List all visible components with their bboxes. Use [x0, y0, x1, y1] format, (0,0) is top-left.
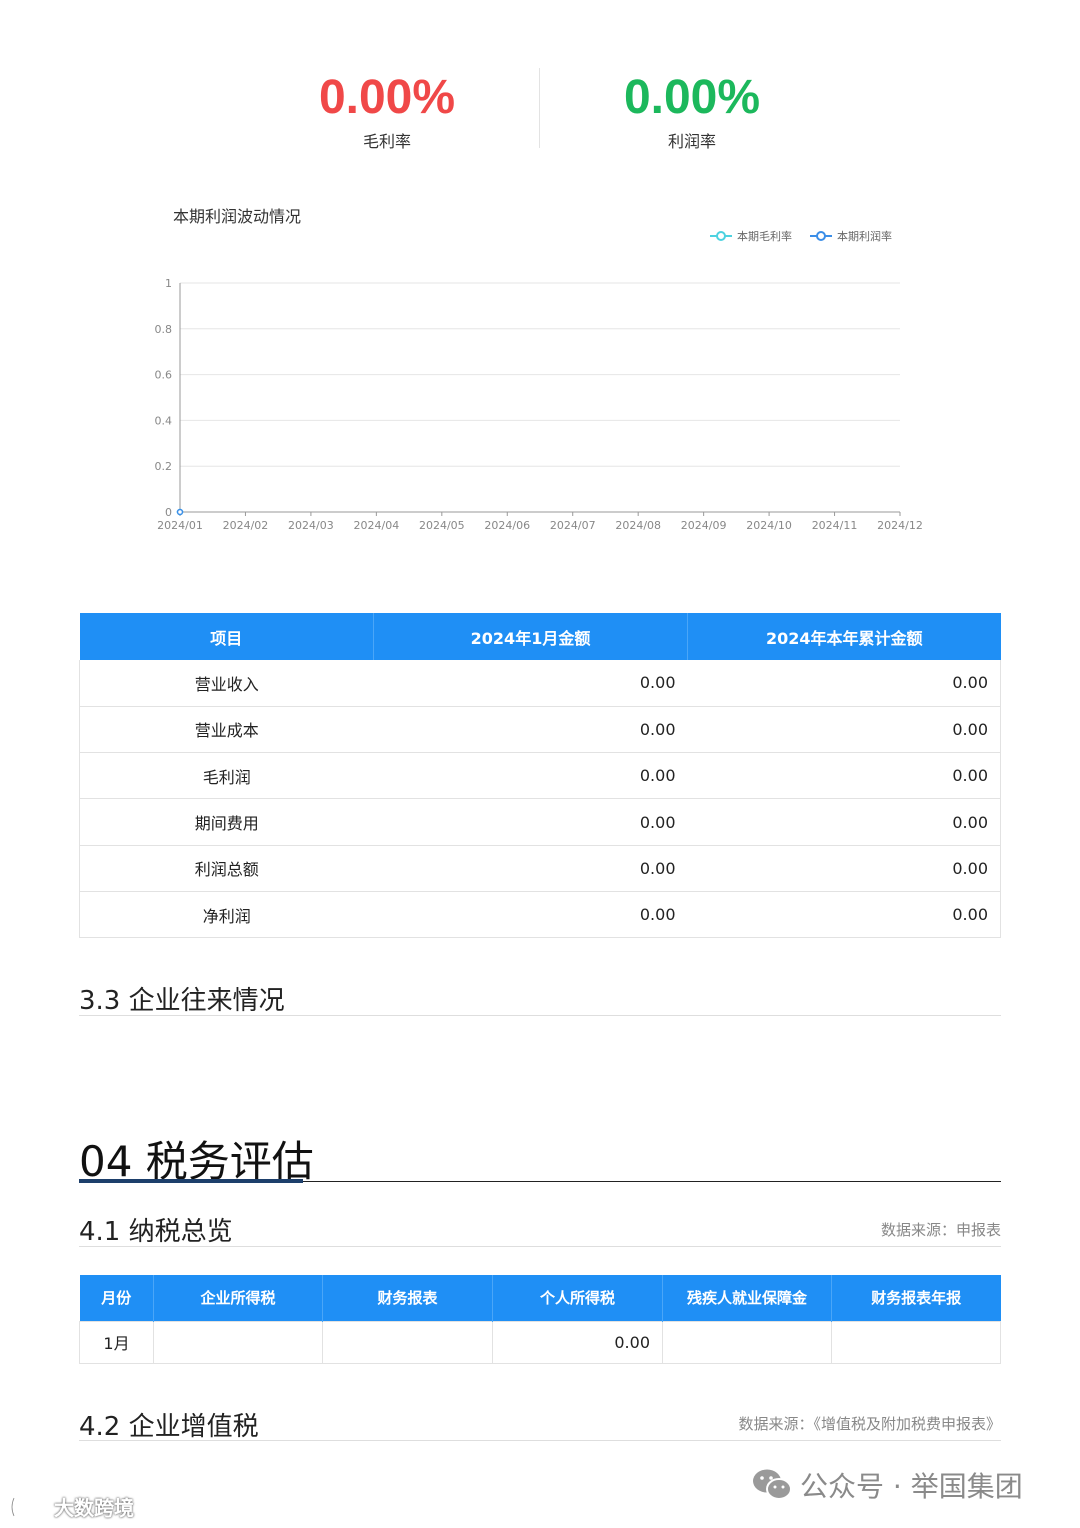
y-tick-label: 0.2 [155, 460, 173, 473]
section-rule [79, 1440, 1001, 1441]
header-disability-fund: 残疾人就业保障金 [662, 1275, 832, 1321]
x-tick-label: 2024/11 [812, 519, 858, 532]
cell-ytd: 0.00 [687, 845, 1001, 892]
wechat-icon [753, 1469, 792, 1500]
kpi-label: 毛利率 [362, 132, 411, 151]
watermark-text: 大数跨境 [54, 1496, 134, 1520]
cell-month: 0.00 [373, 891, 688, 939]
cell-month: 0.00 [373, 706, 688, 754]
profit-table: 项目 2024年1月金额 2024年本年累计金额 营业收入 0.00 0.00 … [79, 613, 1001, 939]
profit-line-chart: 0 0.2 0.4 0.6 0.8 1 2024/01 2024/02 2024/03 2024/… [155, 229, 923, 532]
cell-ytd: 0.00 [687, 752, 1001, 800]
header-corporate-income-tax: 企业所得税 [153, 1275, 323, 1321]
cell-annual-report [831, 1320, 1001, 1364]
table-row: 期间费用 0.00 0.00 [79, 798, 1001, 846]
x-tick-label: 2024/06 [484, 519, 530, 532]
x-tick-label: 2024/10 [746, 519, 792, 532]
x-tick-label: 2024/12 [877, 519, 923, 532]
brand-logo-icon [10, 1496, 46, 1517]
y-tick-label: 1 [165, 277, 172, 290]
legend-marker [716, 231, 726, 241]
header-ytd-amount: 2024年本年累计金额 [687, 613, 1001, 660]
data-source-note: 数据来源：《增值税及附加税费申报表》 [738, 1415, 1001, 1433]
cell-ytd: 0.00 [687, 660, 1001, 707]
cell-corporate-income-tax [153, 1320, 323, 1364]
table-row: 营业成本 0.00 0.00 [79, 706, 1001, 754]
cell-financial-statement [322, 1320, 493, 1364]
legend-marker [816, 231, 826, 241]
legend-label: 本期毛利率 [737, 229, 792, 243]
tax-overview-table: 月份 企业所得税 财务报表 个人所得税 残疾人就业保障金 财务报表年报 1月 0… [79, 1275, 1001, 1364]
table-header-row: 月份 企业所得税 财务报表 个人所得税 残疾人就业保障金 财务报表年报 [79, 1275, 1001, 1321]
cell-disability-fund [662, 1320, 832, 1364]
header-annual-report: 财务报表年报 [831, 1275, 1001, 1321]
kpi-value: 0.00% [623, 71, 761, 124]
header-month: 月份 [79, 1275, 154, 1321]
x-tick-label: 2024/04 [354, 519, 400, 532]
cell-item: 营业收入 [79, 660, 374, 707]
table-row: 营业收入 0.00 0.00 [79, 660, 1001, 707]
table-row: 1月 0.00 [79, 1320, 1001, 1364]
table-row: 净利润 0.00 0.00 [79, 891, 1001, 939]
watermark-text: 公众号 · 举国集团 [800, 1470, 1023, 1503]
table-row: 毛利润 0.00 0.00 [79, 752, 1001, 800]
cell-item: 期间费用 [79, 798, 374, 846]
cell-month: 0.00 [373, 845, 688, 892]
data-point [176, 508, 184, 516]
kpi-profit-margin: 0.00% 利润率 [542, 70, 842, 152]
table-row: 利润总额 0.00 0.00 [79, 845, 1001, 892]
x-tick-label: 2024/07 [550, 519, 596, 532]
kpi-divider [539, 68, 540, 148]
cell-ytd: 0.00 [687, 706, 1001, 754]
section-heading-4-2: 4.2 企业增值税 [79, 1412, 259, 1442]
wechat-watermark: 公众号 · 举国集团 [752, 1465, 1023, 1505]
cell-item: 营业成本 [79, 706, 374, 754]
legend-label: 本期利润率 [837, 229, 892, 243]
brand-watermark: 大数跨境 [8, 1492, 134, 1521]
header-personal-income-tax: 个人所得税 [492, 1275, 663, 1321]
table-header-row: 项目 2024年1月金额 2024年本年累计金额 [79, 613, 1001, 660]
header-item: 项目 [79, 613, 374, 660]
x-tick-label: 2024/01 [157, 519, 203, 532]
y-tick-label: 0.6 [155, 369, 173, 382]
cell-month: 0.00 [373, 798, 688, 846]
section-rule [79, 1015, 1001, 1016]
x-tick-label: 2024/02 [223, 519, 269, 532]
header-financial-statement: 财务报表 [322, 1275, 493, 1321]
kpi-label: 利润率 [667, 132, 716, 151]
y-tick-label: 0.4 [155, 414, 173, 427]
cell-month: 0.00 [373, 752, 688, 800]
cell-month: 0.00 [373, 660, 688, 707]
x-tick-label: 2024/05 [419, 519, 465, 532]
section-rule [79, 1246, 1001, 1247]
kpi-value: 0.00% [318, 71, 456, 124]
header-month-amount: 2024年1月金额 [373, 613, 688, 660]
cell-item: 净利润 [79, 891, 374, 939]
section-heading-4-1: 4.1 纳税总览 [79, 1217, 233, 1247]
y-tick-label: 0 [165, 506, 172, 519]
section-heading-3-3: 3.3 企业往来情况 [79, 986, 285, 1016]
kpi-gross-margin: 0.00% 毛利率 [237, 70, 537, 152]
y-tick-label: 0.8 [155, 323, 173, 336]
data-source-note: 数据来源：申报表 [880, 1221, 1001, 1239]
cell-personal-income-tax: 0.00 [492, 1320, 663, 1364]
cell-item: 毛利润 [79, 752, 374, 800]
chapter-rule-accent [79, 1179, 303, 1183]
x-tick-label: 2024/09 [681, 519, 727, 532]
cell-ytd: 0.00 [687, 891, 1001, 939]
cell-ytd: 0.00 [687, 798, 1001, 846]
cell-item: 利润总额 [79, 845, 374, 892]
x-tick-label: 2024/08 [615, 519, 661, 532]
cell-month: 1月 [79, 1320, 154, 1364]
x-tick-label: 2024/03 [288, 519, 334, 532]
